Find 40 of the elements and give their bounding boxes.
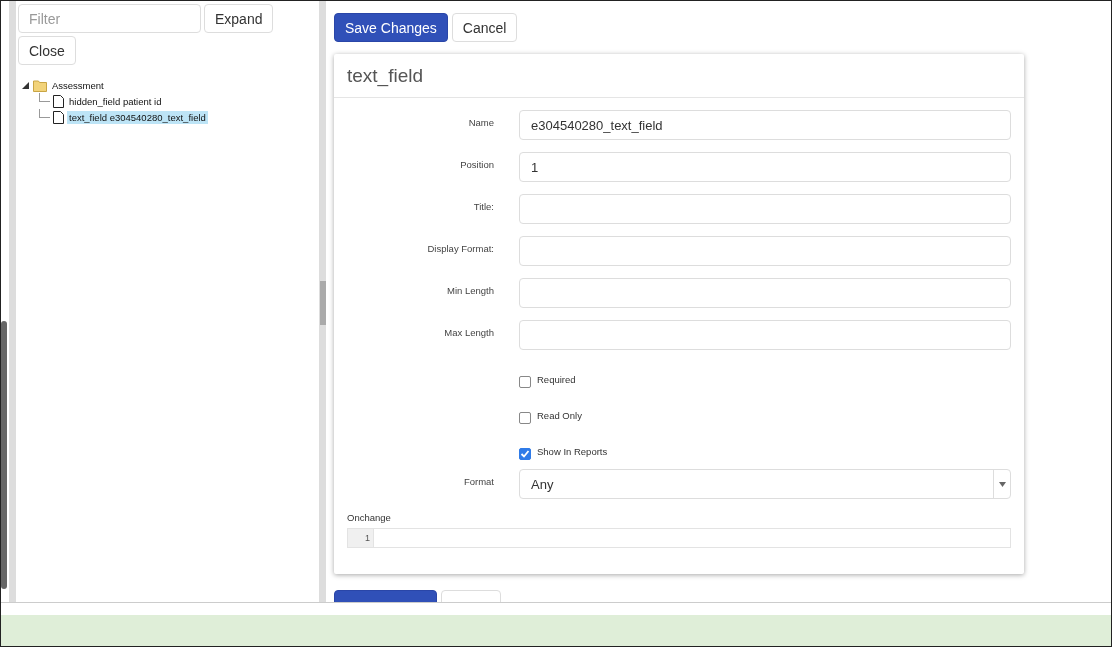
field-label: Onchange bbox=[347, 512, 392, 523]
field-label: Format bbox=[462, 475, 494, 487]
line-number: 1 bbox=[348, 529, 374, 547]
checkbox-label: Show In Reports bbox=[537, 446, 608, 457]
document-icon bbox=[53, 110, 64, 124]
field-label: Title: bbox=[472, 200, 494, 212]
field-label: Min Length bbox=[446, 284, 494, 296]
input-field[interactable] bbox=[519, 278, 1011, 308]
folder-icon bbox=[33, 78, 47, 92]
expand-button[interactable]: Expand bbox=[204, 4, 274, 33]
checkbox[interactable] bbox=[519, 448, 531, 460]
input-field[interactable]: 1 bbox=[519, 152, 1011, 182]
document-icon bbox=[53, 94, 64, 108]
checkbox-label: Required bbox=[537, 374, 576, 385]
scrollbar-thumb[interactable] bbox=[1, 321, 7, 589]
cancel-button[interactable]: Cancel bbox=[451, 13, 518, 42]
splitter-handle[interactable] bbox=[320, 281, 326, 325]
code-editor[interactable]: 1 bbox=[347, 528, 1011, 548]
format-select[interactable]: Any bbox=[519, 469, 1011, 499]
tree-item[interactable]: hidden_field patient id bbox=[67, 94, 164, 108]
input-field[interactable]: e304540280_text_field bbox=[519, 110, 1011, 140]
card-title: text_field bbox=[347, 64, 424, 87]
field-label: Name bbox=[467, 116, 494, 128]
filter-field[interactable]: Filter bbox=[18, 4, 201, 33]
field-label: Position bbox=[459, 158, 494, 170]
close-button[interactable]: Close bbox=[18, 36, 76, 65]
checkbox[interactable] bbox=[519, 376, 531, 388]
input-field[interactable] bbox=[519, 194, 1011, 224]
save-button[interactable]: Save Changes bbox=[334, 13, 448, 42]
input-field[interactable] bbox=[519, 320, 1011, 350]
input-field[interactable] bbox=[519, 236, 1011, 266]
checkbox[interactable] bbox=[519, 412, 531, 424]
tree-toggle-icon[interactable] bbox=[21, 80, 30, 90]
caret-icon bbox=[998, 481, 1006, 487]
splitter-bar[interactable] bbox=[319, 1, 326, 602]
field-label: Max Length bbox=[443, 326, 494, 338]
checkbox-label: Read Only bbox=[537, 410, 582, 421]
field-label: Display Format: bbox=[426, 242, 494, 254]
tree-item[interactable]: text_field e304540280_text_field bbox=[67, 110, 208, 124]
tree-item[interactable]: Assessment bbox=[50, 78, 106, 92]
